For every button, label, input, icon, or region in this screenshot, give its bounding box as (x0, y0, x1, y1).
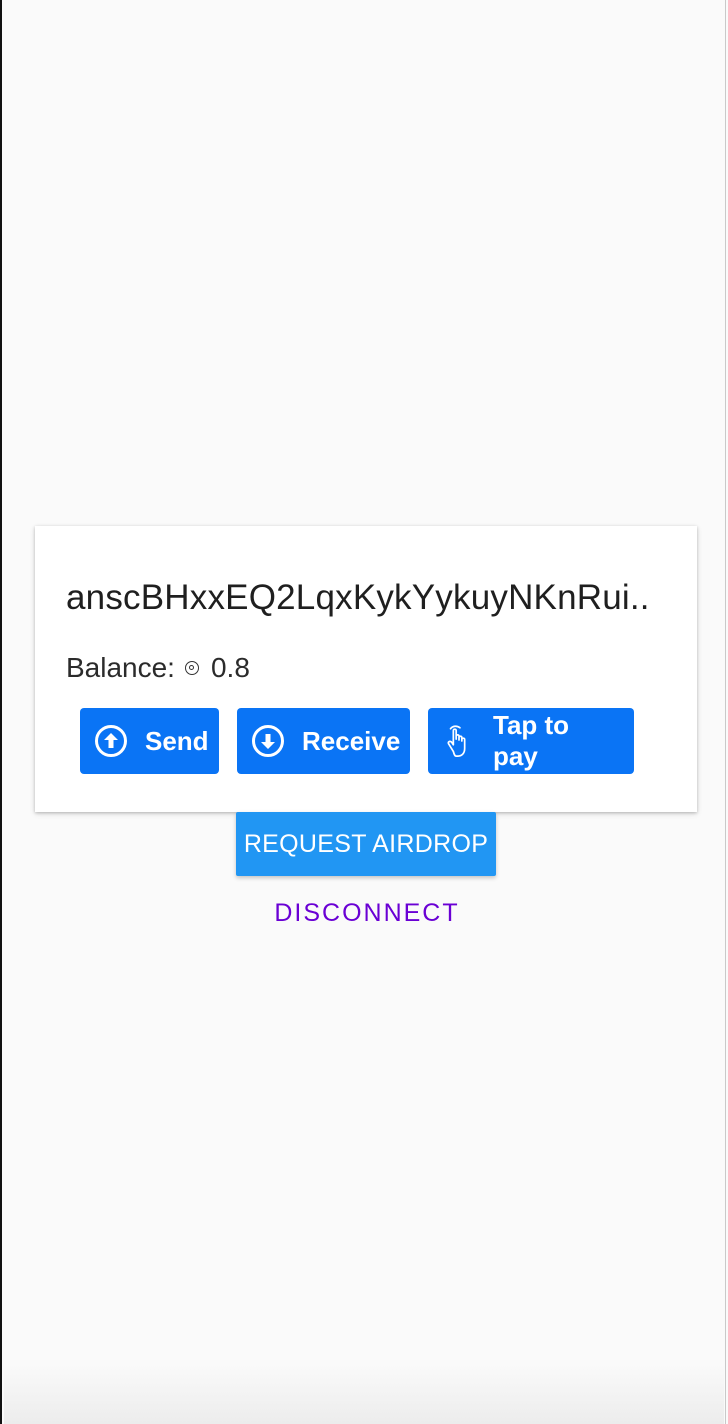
wallet-card: anscBHxxEQ2LqxKykYykuyNKnRui.. Balance: … (35, 526, 697, 812)
request-airdrop-label: REQUEST AIRDROP (243, 829, 489, 858)
arrow-up-circle-icon (94, 724, 128, 758)
tap-to-pay-button[interactable]: Tap to pay (428, 708, 634, 774)
wallet-address-text: anscBHxxEQ2LqxKykYykuyNKnRui.. (66, 578, 650, 617)
disconnect-label: DISCONNECT (274, 898, 460, 927)
tap-hand-icon (442, 724, 476, 758)
balance-row: Balance: 0.8 (66, 652, 250, 684)
bottom-fade (4, 1364, 724, 1424)
request-airdrop-button[interactable]: REQUEST AIRDROP (236, 812, 496, 876)
send-button[interactable]: Send (80, 708, 219, 774)
arrow-down-circle-icon (251, 724, 285, 758)
receive-button[interactable]: Receive (237, 708, 410, 774)
tap-to-pay-button-label: Tap to pay (493, 710, 570, 771)
disconnect-button[interactable]: DISCONNECT (256, 892, 478, 934)
action-row: Send Receive Tap to pay (80, 708, 634, 774)
send-button-label: Send (145, 725, 209, 756)
receive-button-label: Receive (302, 725, 401, 756)
sol-icon (184, 661, 199, 675)
app-screen: anscBHxxEQ2LqxKykYykuyNKnRui.. Balance: … (0, 0, 726, 1424)
wallet-address: anscBHxxEQ2LqxKykYykuyNKnRui.. (66, 578, 668, 618)
balance-value: 0.8 (210, 652, 250, 683)
balance-label: Balance: (66, 652, 175, 683)
